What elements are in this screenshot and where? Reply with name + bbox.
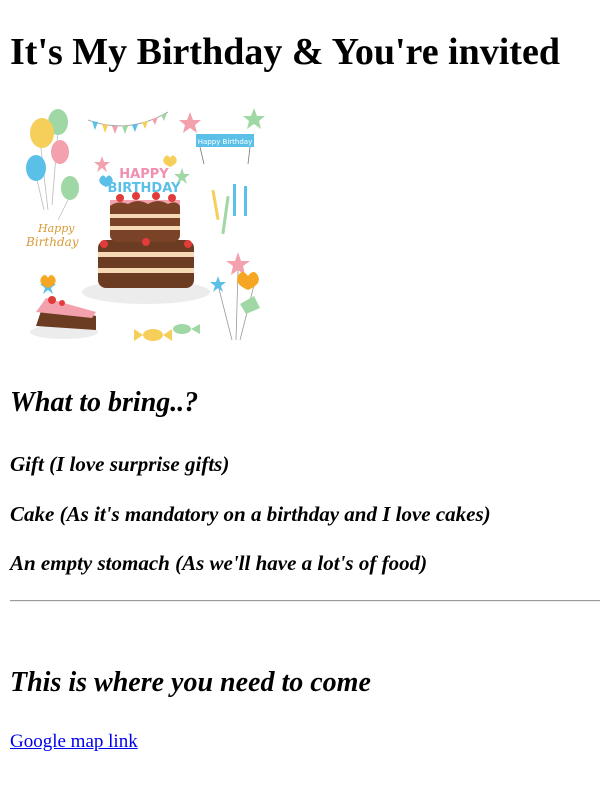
divider bbox=[10, 600, 600, 602]
birthday-illustration: Happy Birthday HAPPY BIRTHDAY Happy Birt… bbox=[25, 108, 265, 341]
banner-icon: Happy Birthday bbox=[196, 134, 254, 165]
star-icon bbox=[243, 108, 265, 129]
bring-item: An empty stomach (As we'll have a lot's … bbox=[10, 551, 428, 575]
location-heading: This is where you need to come bbox=[10, 667, 371, 698]
heart-icon bbox=[163, 155, 177, 167]
banner-text: Happy Birthday bbox=[198, 138, 253, 146]
cake-text-bottom: BIRTHDAY bbox=[108, 181, 182, 196]
candles-icon bbox=[211, 184, 247, 235]
google-map-link[interactable]: Google map link bbox=[10, 731, 138, 753]
bring-item: Gift (I love surprise gifts) bbox=[10, 452, 230, 476]
bring-item: Cake (As it's mandatory on a birthday an… bbox=[10, 502, 491, 526]
bunting-icon bbox=[87, 111, 169, 134]
candy-icon bbox=[134, 324, 200, 341]
script-text-1: Happy bbox=[37, 222, 75, 235]
star-icon bbox=[94, 156, 110, 172]
star-wands-icon bbox=[210, 252, 260, 341]
script-text-2: Birthday bbox=[25, 235, 79, 249]
page-title: It's My Birthday & You're invited bbox=[10, 31, 560, 73]
cake-icon: HAPPY BIRTHDAY bbox=[82, 167, 210, 304]
cake-text-top: HAPPY bbox=[119, 167, 169, 182]
star-icon bbox=[179, 112, 201, 133]
bring-heading: What to bring..? bbox=[10, 387, 199, 418]
balloons-icon bbox=[26, 109, 79, 221]
